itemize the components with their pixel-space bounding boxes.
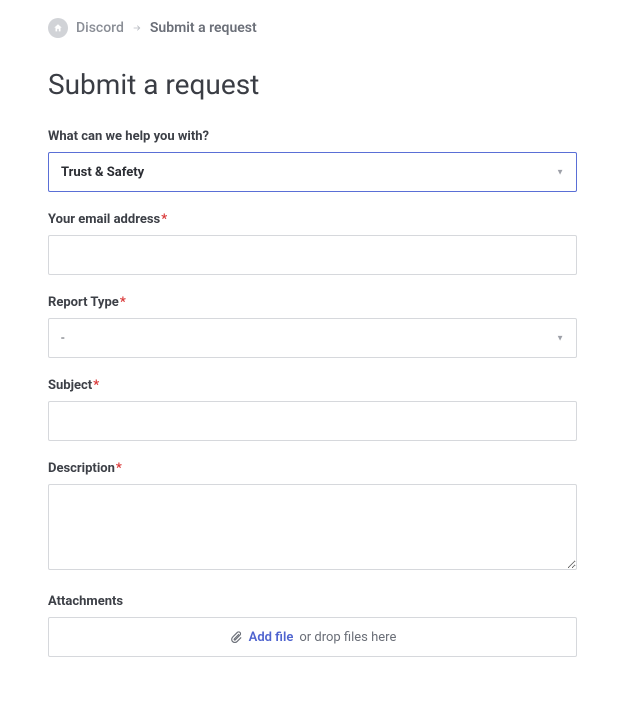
description-textarea[interactable] xyxy=(48,484,577,570)
subject-label: Subject* xyxy=(48,378,577,393)
breadcrumb: Discord Submit a request xyxy=(48,18,577,38)
required-marker: * xyxy=(116,461,122,476)
field-help-with: What can we help you with? Trust & Safet… xyxy=(48,129,577,192)
page-title: Submit a request xyxy=(48,68,577,101)
required-marker: * xyxy=(161,212,167,227)
home-icon[interactable] xyxy=(48,18,68,38)
arrow-right-icon xyxy=(132,23,142,33)
report-type-value: - xyxy=(61,331,65,346)
report-type-label-text: Report Type xyxy=(48,295,119,310)
help-with-label: What can we help you with? xyxy=(48,129,577,144)
help-with-label-text: What can we help you with? xyxy=(48,129,209,144)
field-report-type: Report Type* - ▼ xyxy=(48,295,577,358)
drop-hint-text: or drop files here xyxy=(299,630,396,645)
report-type-label: Report Type* xyxy=(48,295,577,310)
add-file-link: Add file xyxy=(249,630,294,645)
email-label: Your email address* xyxy=(48,212,577,227)
field-email: Your email address* xyxy=(48,212,577,275)
breadcrumb-discord-link[interactable]: Discord xyxy=(76,20,124,36)
field-description: Description* xyxy=(48,461,577,574)
required-marker: * xyxy=(93,378,99,393)
breadcrumb-current: Submit a request xyxy=(150,20,257,36)
attachments-label-text: Attachments xyxy=(48,594,123,609)
help-with-select[interactable]: Trust & Safety ▼ xyxy=(48,152,577,192)
attachments-dropzone[interactable]: Add file or drop files here xyxy=(48,617,577,657)
attachments-label: Attachments xyxy=(48,594,577,609)
subject-input[interactable] xyxy=(48,401,577,441)
help-with-value: Trust & Safety xyxy=(61,165,144,180)
field-subject: Subject* xyxy=(48,378,577,441)
required-marker: * xyxy=(120,295,126,310)
description-label-text: Description xyxy=(48,461,115,476)
subject-label-text: Subject xyxy=(48,378,92,393)
email-label-text: Your email address xyxy=(48,212,160,227)
field-attachments: Attachments Add file or drop files here xyxy=(48,594,577,657)
email-input[interactable] xyxy=(48,235,577,275)
paperclip-icon xyxy=(229,630,243,644)
caret-down-icon: ▼ xyxy=(556,334,564,343)
description-label: Description* xyxy=(48,461,577,476)
caret-down-icon: ▼ xyxy=(556,168,564,177)
report-type-select[interactable]: - ▼ xyxy=(48,318,577,358)
